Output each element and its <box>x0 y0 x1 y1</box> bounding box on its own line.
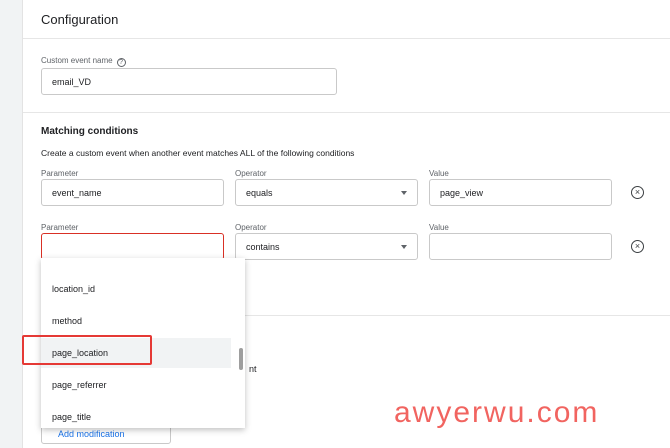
parameter-input[interactable]: event_name <box>41 179 224 206</box>
help-circle-icon[interactable]: ? <box>116 58 126 67</box>
chevron-down-icon <box>401 244 407 249</box>
menu-item-page-title[interactable]: page_title <box>41 402 231 428</box>
divider <box>23 38 670 39</box>
operator-label: Operator <box>235 223 267 232</box>
chevron-down-icon <box>401 190 407 195</box>
matching-conditions-title: Matching conditions <box>41 126 139 137</box>
highlight-box <box>22 335 152 365</box>
custom-event-name-input[interactable]: email_VD <box>41 68 337 95</box>
matching-conditions-description: Create a custom event when another event… <box>41 148 355 158</box>
menu-item-page-referrer[interactable]: page_referrer <box>41 370 231 400</box>
value-input[interactable] <box>429 233 612 260</box>
operator-select[interactable]: equals <box>235 179 418 206</box>
parameter-input-active[interactable] <box>41 233 224 260</box>
remove-condition-icon[interactable]: × <box>631 240 644 253</box>
parameter-label: Parameter <box>41 223 79 232</box>
operator-value: contains <box>246 241 280 252</box>
configuration-card: Configuration Custom event name? email_V… <box>22 0 670 448</box>
operator-select[interactable]: contains <box>235 233 418 260</box>
divider <box>233 315 670 316</box>
remove-condition-icon[interactable]: × <box>631 186 644 199</box>
custom-event-name-label: Custom event name? <box>41 56 126 67</box>
configuration-title: Configuration <box>41 12 119 27</box>
watermark: awyerwu.com <box>394 396 600 429</box>
value-value: page_view <box>440 187 484 198</box>
value-input[interactable]: page_view <box>429 179 612 206</box>
menu-scrollbar[interactable] <box>239 348 243 370</box>
operator-value: equals <box>246 187 273 198</box>
divider <box>23 112 670 113</box>
partial-text: nt <box>249 364 257 374</box>
menu-item-location-id[interactable]: location_id <box>41 274 231 304</box>
value-label: Value <box>429 169 449 178</box>
parameter-value: event_name <box>52 187 102 198</box>
value-label: Value <box>429 223 449 232</box>
parameter-label: Parameter <box>41 169 79 178</box>
menu-item-method[interactable]: method <box>41 306 231 336</box>
custom-event-name-value: email_VD <box>52 76 92 87</box>
operator-label: Operator <box>235 169 267 178</box>
